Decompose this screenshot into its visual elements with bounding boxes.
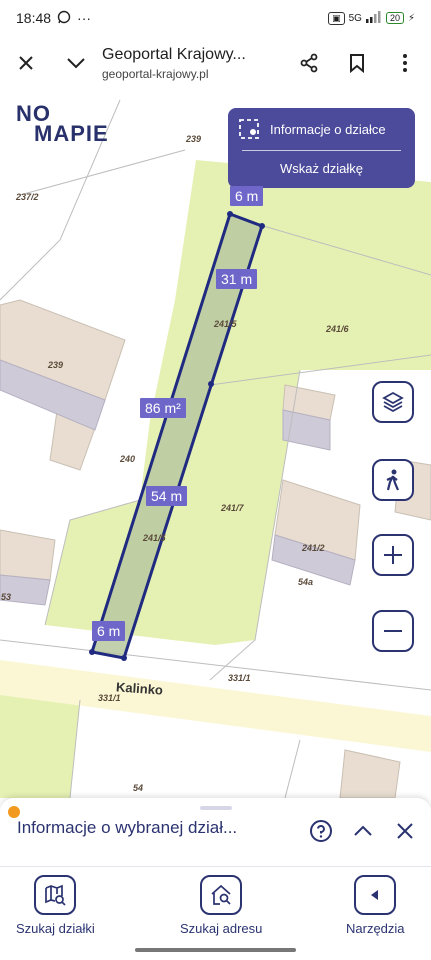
- network-label: 5G: [348, 12, 362, 24]
- home-search-icon: [211, 884, 231, 905]
- triangle-left-icon: [371, 890, 379, 900]
- close-icon: [19, 56, 33, 70]
- point-parcel-button[interactable]: Wskaż działkę: [228, 151, 415, 176]
- parcel-info-label: Informacje o działce: [270, 121, 386, 137]
- sheet-drag-handle[interactable]: [200, 806, 232, 810]
- tools-tab[interactable]: Narzędzia: [346, 875, 405, 936]
- search-address-tab[interactable]: Szukaj adresu: [180, 875, 262, 936]
- search-address-icon-box: [200, 875, 243, 915]
- parcel-info-sheet: Informacje o wybranej dział...: [0, 798, 431, 866]
- parcel-line: [19, 149, 186, 196]
- chevron-up-icon: [354, 825, 372, 836]
- signal-icon: [365, 10, 382, 26]
- tools-label: Narzędzia: [346, 921, 405, 936]
- green-area-2: [0, 690, 80, 798]
- area-label: 86 m²: [140, 398, 186, 418]
- sheet-title[interactable]: Informacje o wybranej dział...: [17, 818, 285, 838]
- help-icon: [310, 820, 332, 842]
- parcel-info-panel: Informacje o działce Wskaż działkę: [228, 108, 415, 188]
- layers-button[interactable]: [372, 381, 414, 423]
- close-icon: [397, 823, 413, 839]
- browser-menu-button[interactable]: [389, 47, 421, 79]
- map-canvas[interactable]: 239 239 240 237/2 241/6 241/5 241/5 241/…: [0, 90, 431, 798]
- bookmark-icon: [350, 54, 364, 73]
- notification-dot: [8, 806, 20, 818]
- battery-icon: 20: [385, 12, 404, 24]
- zoom-out-button[interactable]: [372, 610, 414, 652]
- measure-label: 31 m: [216, 269, 258, 289]
- parcel-info-button[interactable]: Informacje o działce: [228, 108, 415, 150]
- select-area-icon: [239, 119, 259, 139]
- nomapie-logo: NO MAPIE: [16, 101, 109, 146]
- expand-sheet-button[interactable]: [350, 818, 376, 844]
- chevron-down-icon: [67, 58, 85, 69]
- zoom-in-button[interactable]: [372, 534, 414, 576]
- layers-icon: [382, 391, 404, 413]
- close-sheet-button[interactable]: [392, 818, 418, 844]
- gesture-bar[interactable]: [135, 948, 296, 952]
- map-search-icon: [45, 884, 66, 906]
- parcel-line: [284, 739, 301, 798]
- street-label: Kalinko: [115, 679, 164, 698]
- status-bar: 18:48 ··· ▣ 5G 20 ⚡: [0, 0, 431, 36]
- street-view-button[interactable]: [372, 459, 414, 501]
- search-parcel-tab[interactable]: Szukaj działki: [16, 875, 95, 936]
- share-button[interactable]: [293, 47, 325, 79]
- more-vertical-icon: [403, 54, 407, 72]
- building: [0, 529, 56, 581]
- search-parcel-label: Szukaj działki: [16, 921, 95, 936]
- page-title: Geoportal Krajowy...: [102, 45, 246, 63]
- volte-icon: ▣: [328, 11, 345, 25]
- expand-button[interactable]: [60, 47, 92, 79]
- share-icon: [300, 53, 318, 73]
- building-side: [0, 574, 51, 606]
- tools-icon-box: [354, 875, 397, 915]
- search-address-label: Szukaj adresu: [180, 921, 263, 936]
- measure-label: 54 m: [146, 486, 188, 506]
- browser-toolbar: Geoportal Krajowy... geoportal-krajowy.p…: [0, 36, 431, 90]
- map-layer: [0, 99, 431, 798]
- help-button[interactable]: [308, 818, 334, 844]
- status-more-dots: ···: [77, 10, 92, 26]
- minus-icon: [384, 630, 402, 632]
- status-time: 18:48: [16, 10, 52, 26]
- bottom-navigation: Szukaj działki Szukaj adresu Narzędzia: [0, 866, 431, 944]
- pedestrian-icon: [386, 469, 400, 491]
- search-parcel-icon-box: [34, 875, 77, 915]
- plus-icon: [384, 546, 402, 564]
- measure-label: 6 m: [230, 186, 264, 206]
- building: [339, 749, 401, 798]
- url-block[interactable]: Geoportal Krajowy... geoportal-krajowy.p…: [102, 46, 293, 81]
- measure-label: 6 m: [92, 621, 126, 641]
- close-tab-button[interactable]: [10, 47, 42, 79]
- bookmark-button[interactable]: [341, 47, 373, 79]
- charging-icon: ⚡: [407, 12, 415, 24]
- whatsapp-icon: [57, 10, 71, 27]
- page-url: geoportal-krajowy.pl: [102, 66, 209, 81]
